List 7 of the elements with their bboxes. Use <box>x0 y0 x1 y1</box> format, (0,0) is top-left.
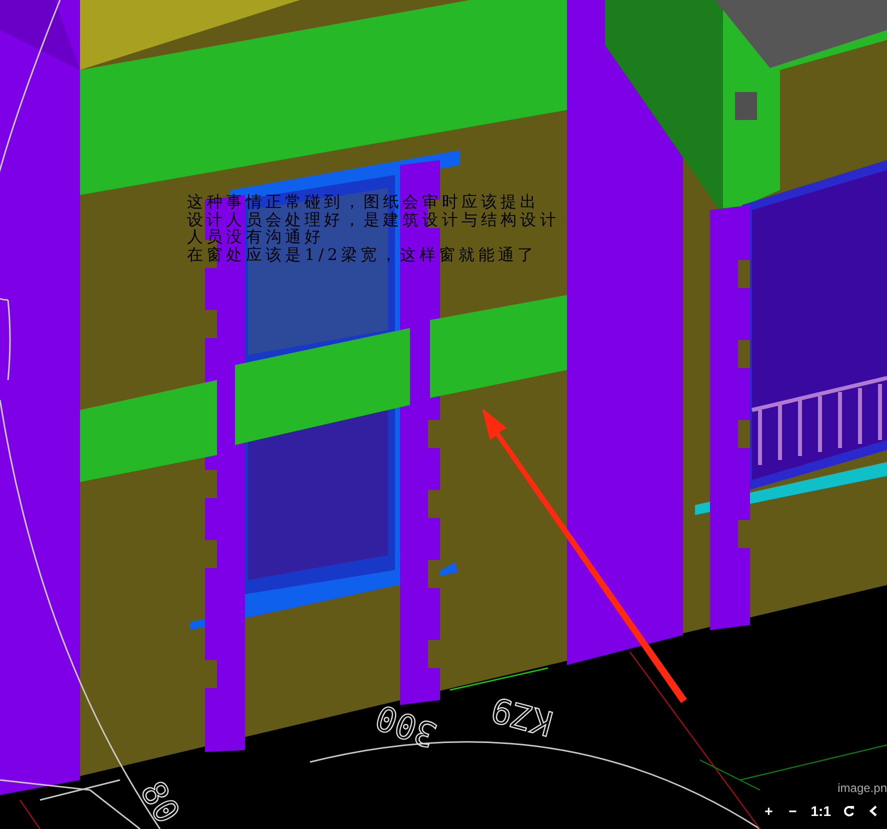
cad-label: KZ9 <box>487 688 557 743</box>
file-name: image.pn <box>838 781 887 795</box>
zoom-out-button[interactable]: − <box>782 801 803 821</box>
zoom-in-button[interactable]: + <box>758 801 779 821</box>
cad-label: 80 <box>132 774 188 829</box>
cad-label: 300 <box>370 696 442 755</box>
actual-size-button[interactable]: 1:1 <box>806 801 835 821</box>
